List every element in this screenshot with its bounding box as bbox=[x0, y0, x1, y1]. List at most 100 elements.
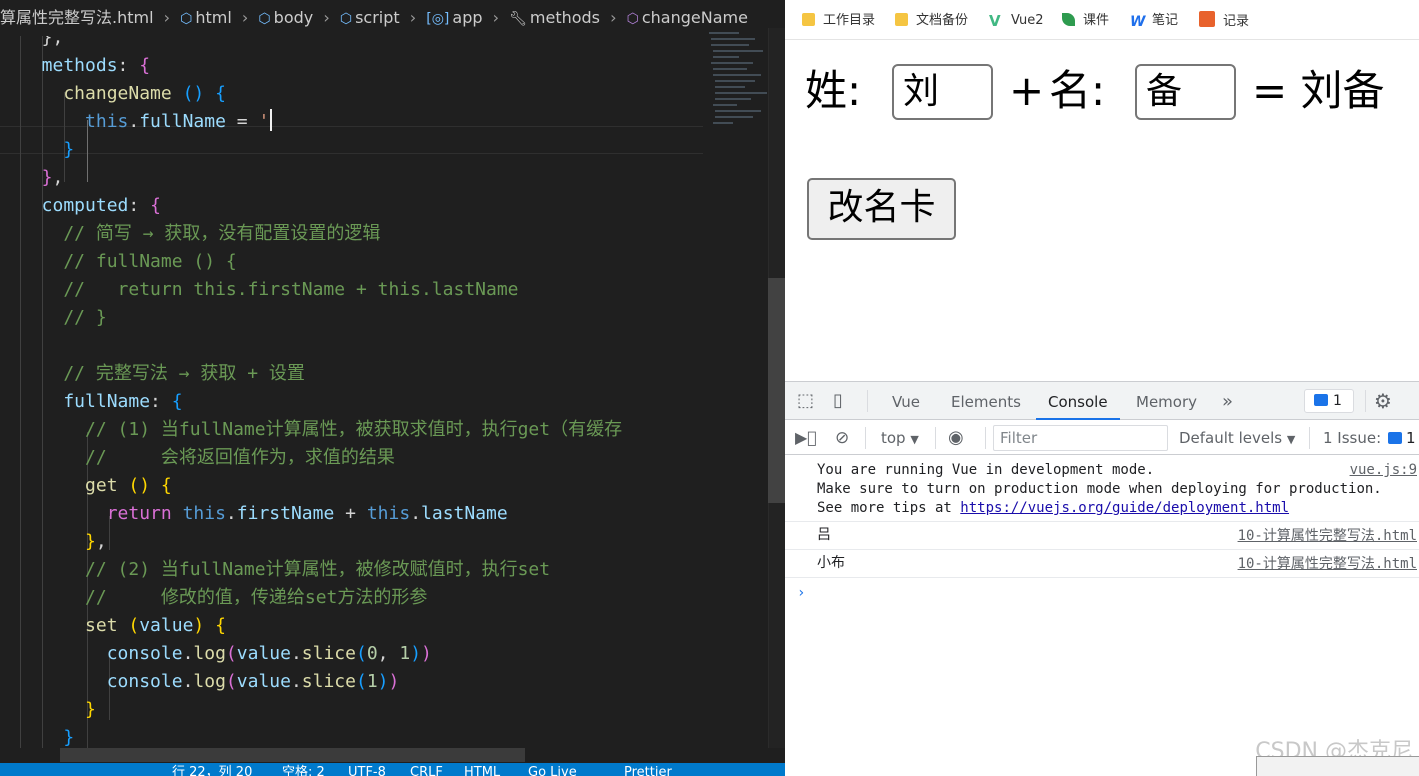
rename-button[interactable]: 改名卡 bbox=[807, 178, 956, 240]
code-token: firstName bbox=[236, 503, 335, 524]
status-line-ending[interactable]: CRLF bbox=[410, 763, 443, 776]
code-line[interactable]: return this.firstName + this.lastName bbox=[0, 500, 703, 528]
code-token: ( bbox=[128, 615, 140, 636]
gear-icon[interactable]: ⚙ bbox=[1374, 382, 1392, 420]
code-token: , bbox=[377, 643, 400, 664]
tab-elements[interactable]: Elements bbox=[951, 382, 1021, 420]
console-source-link[interactable]: 10-计算属性完整写法.html bbox=[1238, 555, 1417, 575]
code-token: computed bbox=[20, 195, 129, 216]
code-line[interactable]: console.log(value.slice(1)) bbox=[0, 668, 703, 696]
bookmark-vue2[interactable]: V Vue2 bbox=[989, 11, 1044, 31]
bookmark-notes[interactable]: W 笔记 bbox=[1130, 11, 1178, 31]
given-name-input[interactable]: 备 bbox=[1135, 64, 1236, 120]
breadcrumb-file[interactable]: 算属性完整写法.html bbox=[0, 0, 154, 36]
code-line[interactable]: changeName () { bbox=[0, 80, 703, 108]
code-line[interactable]: // } bbox=[0, 304, 703, 332]
code-token: = bbox=[225, 111, 259, 132]
code-token: { bbox=[171, 391, 183, 412]
code-line[interactable]: // return this.firstName + this.lastName bbox=[0, 276, 703, 304]
inspect-element-icon[interactable]: ⬚ bbox=[797, 382, 814, 420]
code-token: // } bbox=[20, 307, 107, 328]
console-output[interactable]: You are running Vue in development mode.… bbox=[785, 456, 1419, 776]
issues-label: 1 Issue: bbox=[1323, 429, 1382, 447]
code-line[interactable]: // 修改的值，传递给set方法的形参 bbox=[0, 584, 703, 612]
code-line[interactable]: methods: { bbox=[0, 52, 703, 80]
status-prettier[interactable]: Prettier bbox=[624, 763, 672, 776]
context-selector[interactable]: top ▼ bbox=[881, 421, 919, 455]
log-levels-dropdown[interactable]: Default levels ▼ bbox=[1179, 421, 1295, 455]
horizontal-scrollbar-thumb[interactable] bbox=[60, 748, 525, 762]
status-indentation[interactable]: 空格: 2 bbox=[282, 763, 325, 776]
code-line[interactable]: fullName: { bbox=[0, 388, 703, 416]
code-line[interactable]: this.fullName = ' bbox=[0, 108, 703, 136]
code-token: ) bbox=[377, 671, 389, 692]
code-line[interactable]: // 完整写法 → 获取 + 设置 bbox=[0, 360, 703, 388]
code-line[interactable] bbox=[0, 332, 703, 360]
code-editor[interactable]: lastName: '备' }, methods: { changeName (… bbox=[0, 0, 785, 776]
code-line[interactable]: // (2) 当fullName计算属性，被修改赋值时，执行set bbox=[0, 556, 703, 584]
status-language[interactable]: HTML bbox=[464, 763, 500, 776]
code-line[interactable]: }, bbox=[0, 528, 703, 556]
code-line[interactable]: // 简写 → 获取，没有配置设置的逻辑 bbox=[0, 220, 703, 248]
code-token: } bbox=[20, 531, 96, 552]
issues-link[interactable]: 1 Issue: 1 bbox=[1323, 421, 1415, 455]
filter-input[interactable]: Filter bbox=[993, 425, 1168, 451]
code-token: ' bbox=[258, 111, 270, 132]
code-line[interactable]: computed: { bbox=[0, 192, 703, 220]
tab-console[interactable]: Console bbox=[1036, 382, 1120, 420]
console-message-text: 吕 bbox=[817, 527, 831, 543]
code-line[interactable]: set (value) { bbox=[0, 612, 703, 640]
bookmark-records[interactable]: 记录 bbox=[1199, 11, 1249, 31]
vertical-scrollbar-thumb[interactable] bbox=[768, 278, 785, 503]
element-icon: ⬡ bbox=[339, 11, 353, 27]
bookmark-courseware[interactable]: 课件 bbox=[1062, 11, 1109, 31]
code-line[interactable]: // fullName () { bbox=[0, 248, 703, 276]
chevron-down-icon: ▼ bbox=[1286, 433, 1296, 446]
code-line[interactable]: } bbox=[0, 136, 703, 164]
status-encoding[interactable]: UTF-8 bbox=[348, 763, 386, 776]
minimap[interactable] bbox=[703, 28, 768, 748]
code-token: : bbox=[128, 195, 151, 216]
code-line[interactable]: }, bbox=[0, 164, 703, 192]
console-prompt[interactable]: › bbox=[785, 582, 1419, 604]
device-toolbar-icon[interactable]: ▯ bbox=[833, 382, 843, 420]
deployment-guide-link[interactable]: https://vuejs.org/guide/deployment.html bbox=[960, 500, 1289, 516]
code-line[interactable]: console.log(value.slice(0, 1)) bbox=[0, 640, 703, 668]
sidebar-toggle-icon[interactable]: ▶⃞ bbox=[795, 421, 817, 455]
issues-count: 1 bbox=[1405, 429, 1416, 447]
code-line[interactable]: // 会将返回值作为，求值的结果 bbox=[0, 444, 703, 472]
tab-vue[interactable]: Vue bbox=[892, 382, 920, 420]
tab-memory[interactable]: Memory bbox=[1136, 382, 1197, 420]
code-area[interactable]: lastName: '备' }, methods: { changeName (… bbox=[0, 0, 703, 776]
message-icon bbox=[1314, 394, 1328, 406]
bookmark-doc-backup[interactable]: 文档备份 bbox=[895, 11, 968, 31]
console-source-link[interactable]: 10-计算属性完整写法.html bbox=[1238, 527, 1417, 547]
status-go-live[interactable]: Go Live bbox=[528, 763, 577, 776]
status-cursor-position[interactable]: 行 22，列 20 bbox=[172, 763, 252, 776]
breadcrumb-app[interactable]: app bbox=[452, 0, 482, 36]
breadcrumb-body[interactable]: body bbox=[274, 0, 314, 36]
bookmark-label: 课件 bbox=[1083, 13, 1110, 28]
message-icon bbox=[1387, 432, 1402, 444]
records-icon bbox=[1199, 11, 1215, 27]
clear-console-icon[interactable]: ⊘ bbox=[835, 421, 849, 455]
code-token: ( bbox=[355, 671, 367, 692]
more-tabs-icon[interactable]: » bbox=[1222, 382, 1233, 420]
chevron-right-icon: › bbox=[610, 8, 617, 27]
code-token: log bbox=[193, 671, 226, 692]
eye-icon[interactable]: ◉ bbox=[948, 421, 964, 455]
surname-input[interactable]: 刘 bbox=[892, 64, 993, 120]
console-source-link[interactable]: vue.js:9 bbox=[1350, 461, 1417, 481]
code-line[interactable]: } bbox=[0, 696, 703, 724]
breadcrumb-methods[interactable]: methods bbox=[530, 0, 600, 36]
bookmark-work-dir[interactable]: 工作目录 bbox=[802, 11, 875, 31]
code-line[interactable]: // (1) 当fullName计算属性，被获取求值时，执行get（有缓存 bbox=[0, 416, 703, 444]
breadcrumb-script[interactable]: script bbox=[355, 0, 400, 36]
issues-badge[interactable]: 1 bbox=[1304, 389, 1354, 413]
breadcrumb-html[interactable]: html bbox=[195, 0, 231, 36]
code-line[interactable]: get () { bbox=[0, 472, 703, 500]
code-token: ( bbox=[225, 671, 237, 692]
code-token: console bbox=[20, 671, 183, 692]
page-content: 姓: 刘 + 名: 备 = 刘备 改名卡 bbox=[785, 41, 1419, 381]
